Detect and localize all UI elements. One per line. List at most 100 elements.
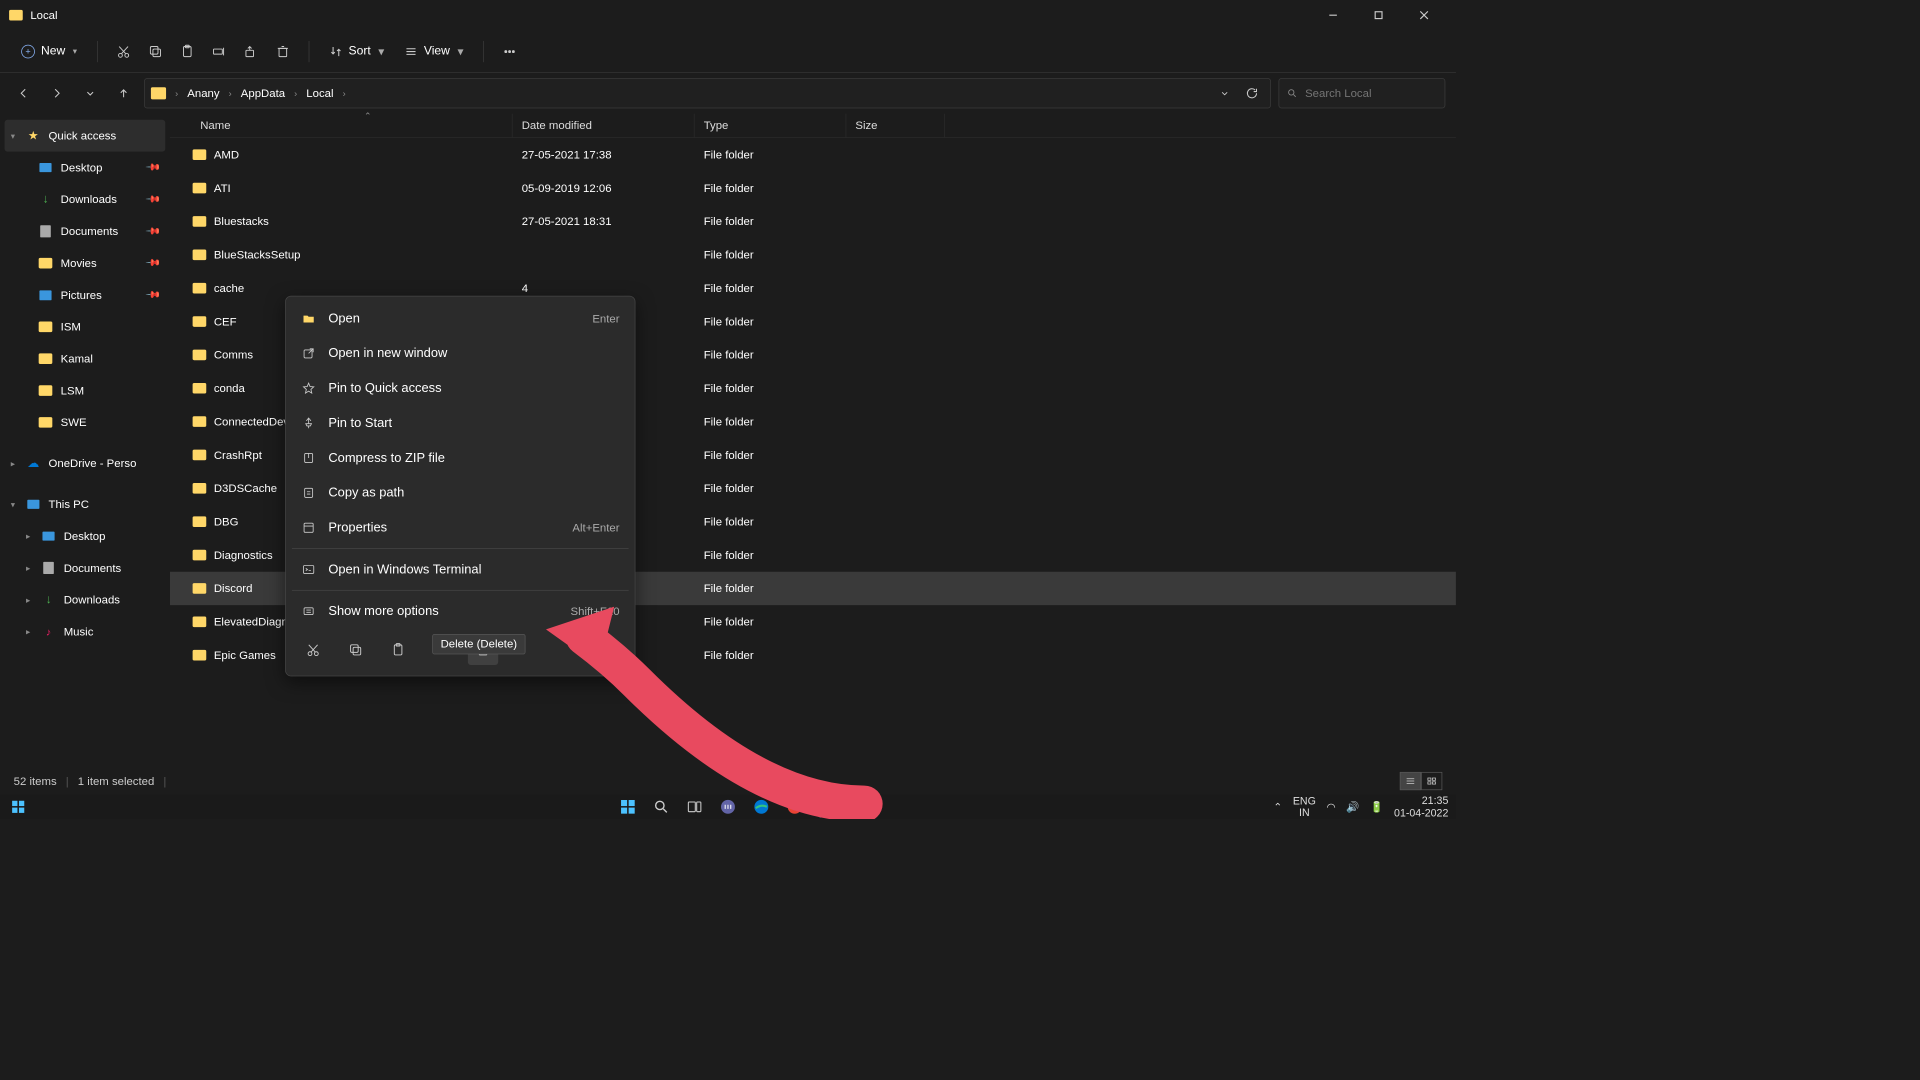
ctx-copy[interactable] — [340, 635, 370, 665]
breadcrumb-item[interactable]: Local — [303, 87, 336, 100]
delete-button[interactable] — [269, 38, 296, 65]
chrome-button[interactable] — [784, 796, 805, 817]
folder-icon — [193, 216, 207, 227]
sort-button[interactable]: Sort ▾ — [321, 39, 392, 63]
chevron-down-icon: ▾ — [73, 46, 77, 56]
status-bar: 52 items | 1 item selected | — [0, 767, 1456, 794]
pin-icon: 📌 — [144, 223, 161, 240]
cut-button[interactable] — [110, 38, 137, 65]
back-button[interactable] — [11, 80, 37, 106]
ctx-cut[interactable] — [298, 635, 328, 665]
folder-icon — [301, 311, 316, 326]
sidebar-item[interactable]: ↓Downloads📌 — [0, 184, 170, 216]
address-bar[interactable]: › Anany › AppData › Local › — [144, 78, 1271, 108]
widgets-button[interactable] — [8, 796, 29, 817]
volume-icon[interactable]: 🔊 — [1346, 800, 1359, 813]
file-row[interactable]: ATI05-09-2019 12:06File folder — [170, 171, 1456, 204]
item-icon: ↓ — [38, 193, 53, 207]
start-button[interactable] — [617, 796, 638, 817]
sidebar-item[interactable]: LSM — [0, 375, 170, 407]
sidebar-item[interactable]: SWE — [0, 406, 170, 438]
chat-button[interactable] — [717, 796, 738, 817]
new-button[interactable]: + New ▾ — [14, 40, 85, 63]
sidebar-item[interactable]: Desktop📌 — [0, 152, 170, 184]
folder-icon — [193, 350, 207, 361]
zip-icon — [301, 450, 316, 465]
sidebar-this-pc[interactable]: ▾ This PC — [0, 488, 170, 520]
column-size[interactable]: Size — [846, 114, 945, 138]
item-icon — [41, 529, 56, 543]
breadcrumb-item[interactable]: Anany — [184, 87, 222, 100]
item-icon — [38, 256, 53, 270]
sidebar-item[interactable]: Pictures📌 — [0, 279, 170, 311]
ctx-item[interactable]: Open in new window — [290, 336, 630, 371]
minimize-button[interactable] — [1310, 0, 1355, 30]
ctx-item[interactable]: Copy as path — [290, 475, 630, 510]
close-button[interactable] — [1401, 0, 1446, 30]
sidebar-item[interactable]: Kamal — [0, 343, 170, 375]
search-icon — [1287, 87, 1298, 99]
item-icon: ↓ — [41, 593, 56, 607]
sidebar-item[interactable]: ▸↓Downloads — [0, 584, 170, 616]
file-row[interactable]: BlueStacksSetupFile folder — [170, 238, 1456, 271]
up-button[interactable] — [111, 80, 137, 106]
titlebar: Local — [0, 0, 1456, 30]
tray-chevron[interactable]: ⌃ — [1273, 800, 1282, 813]
path-icon — [301, 485, 316, 500]
address-bar-row: › Anany › AppData › Local › — [0, 73, 1456, 114]
details-view-button[interactable] — [1400, 772, 1421, 790]
ctx-item[interactable]: Compress to ZIP file — [290, 441, 630, 476]
sidebar-item[interactable]: ▸Desktop — [0, 520, 170, 552]
sidebar-item[interactable]: Documents📌 — [0, 215, 170, 247]
ctx-item[interactable]: Pin to Quick access — [290, 371, 630, 406]
explorer-button[interactable] — [817, 796, 838, 817]
rename-button[interactable] — [205, 38, 232, 65]
wifi-icon[interactable]: ◠ — [1326, 800, 1335, 813]
breadcrumb-item[interactable]: AppData — [238, 87, 288, 100]
column-name[interactable]: Name⌃ — [170, 114, 513, 138]
more-button[interactable] — [496, 38, 523, 65]
sidebar-item[interactable]: ISM — [0, 311, 170, 343]
ctx-paste[interactable] — [383, 635, 413, 665]
search-button[interactable] — [651, 796, 672, 817]
chevron-right-icon: ▸ — [23, 563, 34, 573]
chevron-down-icon: ▾ — [8, 499, 19, 509]
icons-view-button[interactable] — [1421, 772, 1442, 790]
forward-button[interactable] — [44, 80, 70, 106]
sidebar-item[interactable]: ▸Documents — [0, 552, 170, 584]
sidebar-item[interactable]: ▸♪Music — [0, 616, 170, 648]
clock[interactable]: 21:3501-04-2022 — [1394, 794, 1448, 819]
file-row[interactable]: AMD27-05-2021 17:38File folder — [170, 138, 1456, 171]
external-icon — [301, 346, 316, 361]
refresh-button[interactable] — [1240, 86, 1264, 100]
sidebar-onedrive[interactable]: ▸ ☁ OneDrive - Perso — [0, 447, 170, 479]
copy-button[interactable] — [141, 38, 168, 65]
share-button[interactable] — [237, 38, 264, 65]
sidebar-item[interactable]: Movies📌 — [0, 247, 170, 279]
paste-button[interactable] — [173, 38, 200, 65]
maximize-button[interactable] — [1356, 0, 1401, 30]
file-row[interactable]: Bluestacks27-05-2021 18:31File folder — [170, 205, 1456, 238]
folder-icon — [193, 383, 207, 394]
task-view-button[interactable] — [684, 796, 705, 817]
column-type[interactable]: Type — [695, 114, 847, 138]
cloud-icon: ☁ — [26, 456, 41, 470]
folder-icon — [193, 583, 207, 594]
search-input[interactable] — [1305, 87, 1437, 100]
ctx-item[interactable]: Pin to Start — [290, 406, 630, 441]
edge-button[interactable] — [751, 796, 772, 817]
view-button[interactable]: View ▾ — [397, 39, 472, 63]
ctx-show-more[interactable]: Show more options Shift+F10 — [290, 594, 630, 629]
ctx-item[interactable]: OpenEnter — [290, 301, 630, 336]
chevron-right-icon: ▸ — [23, 627, 34, 637]
ctx-item[interactable]: PropertiesAlt+Enter — [290, 510, 630, 545]
item-icon — [38, 224, 53, 238]
history-dropdown[interactable] — [1213, 87, 1237, 99]
sidebar-quick-access[interactable]: ▾ ★ Quick access — [5, 120, 166, 152]
ctx-open-terminal[interactable]: Open in Windows Terminal — [290, 552, 630, 587]
column-date[interactable]: Date modified — [513, 114, 695, 138]
recent-button[interactable] — [77, 80, 103, 106]
search-box[interactable] — [1278, 78, 1445, 108]
folder-icon — [193, 283, 207, 294]
battery-icon[interactable]: 🔋 — [1370, 800, 1383, 813]
